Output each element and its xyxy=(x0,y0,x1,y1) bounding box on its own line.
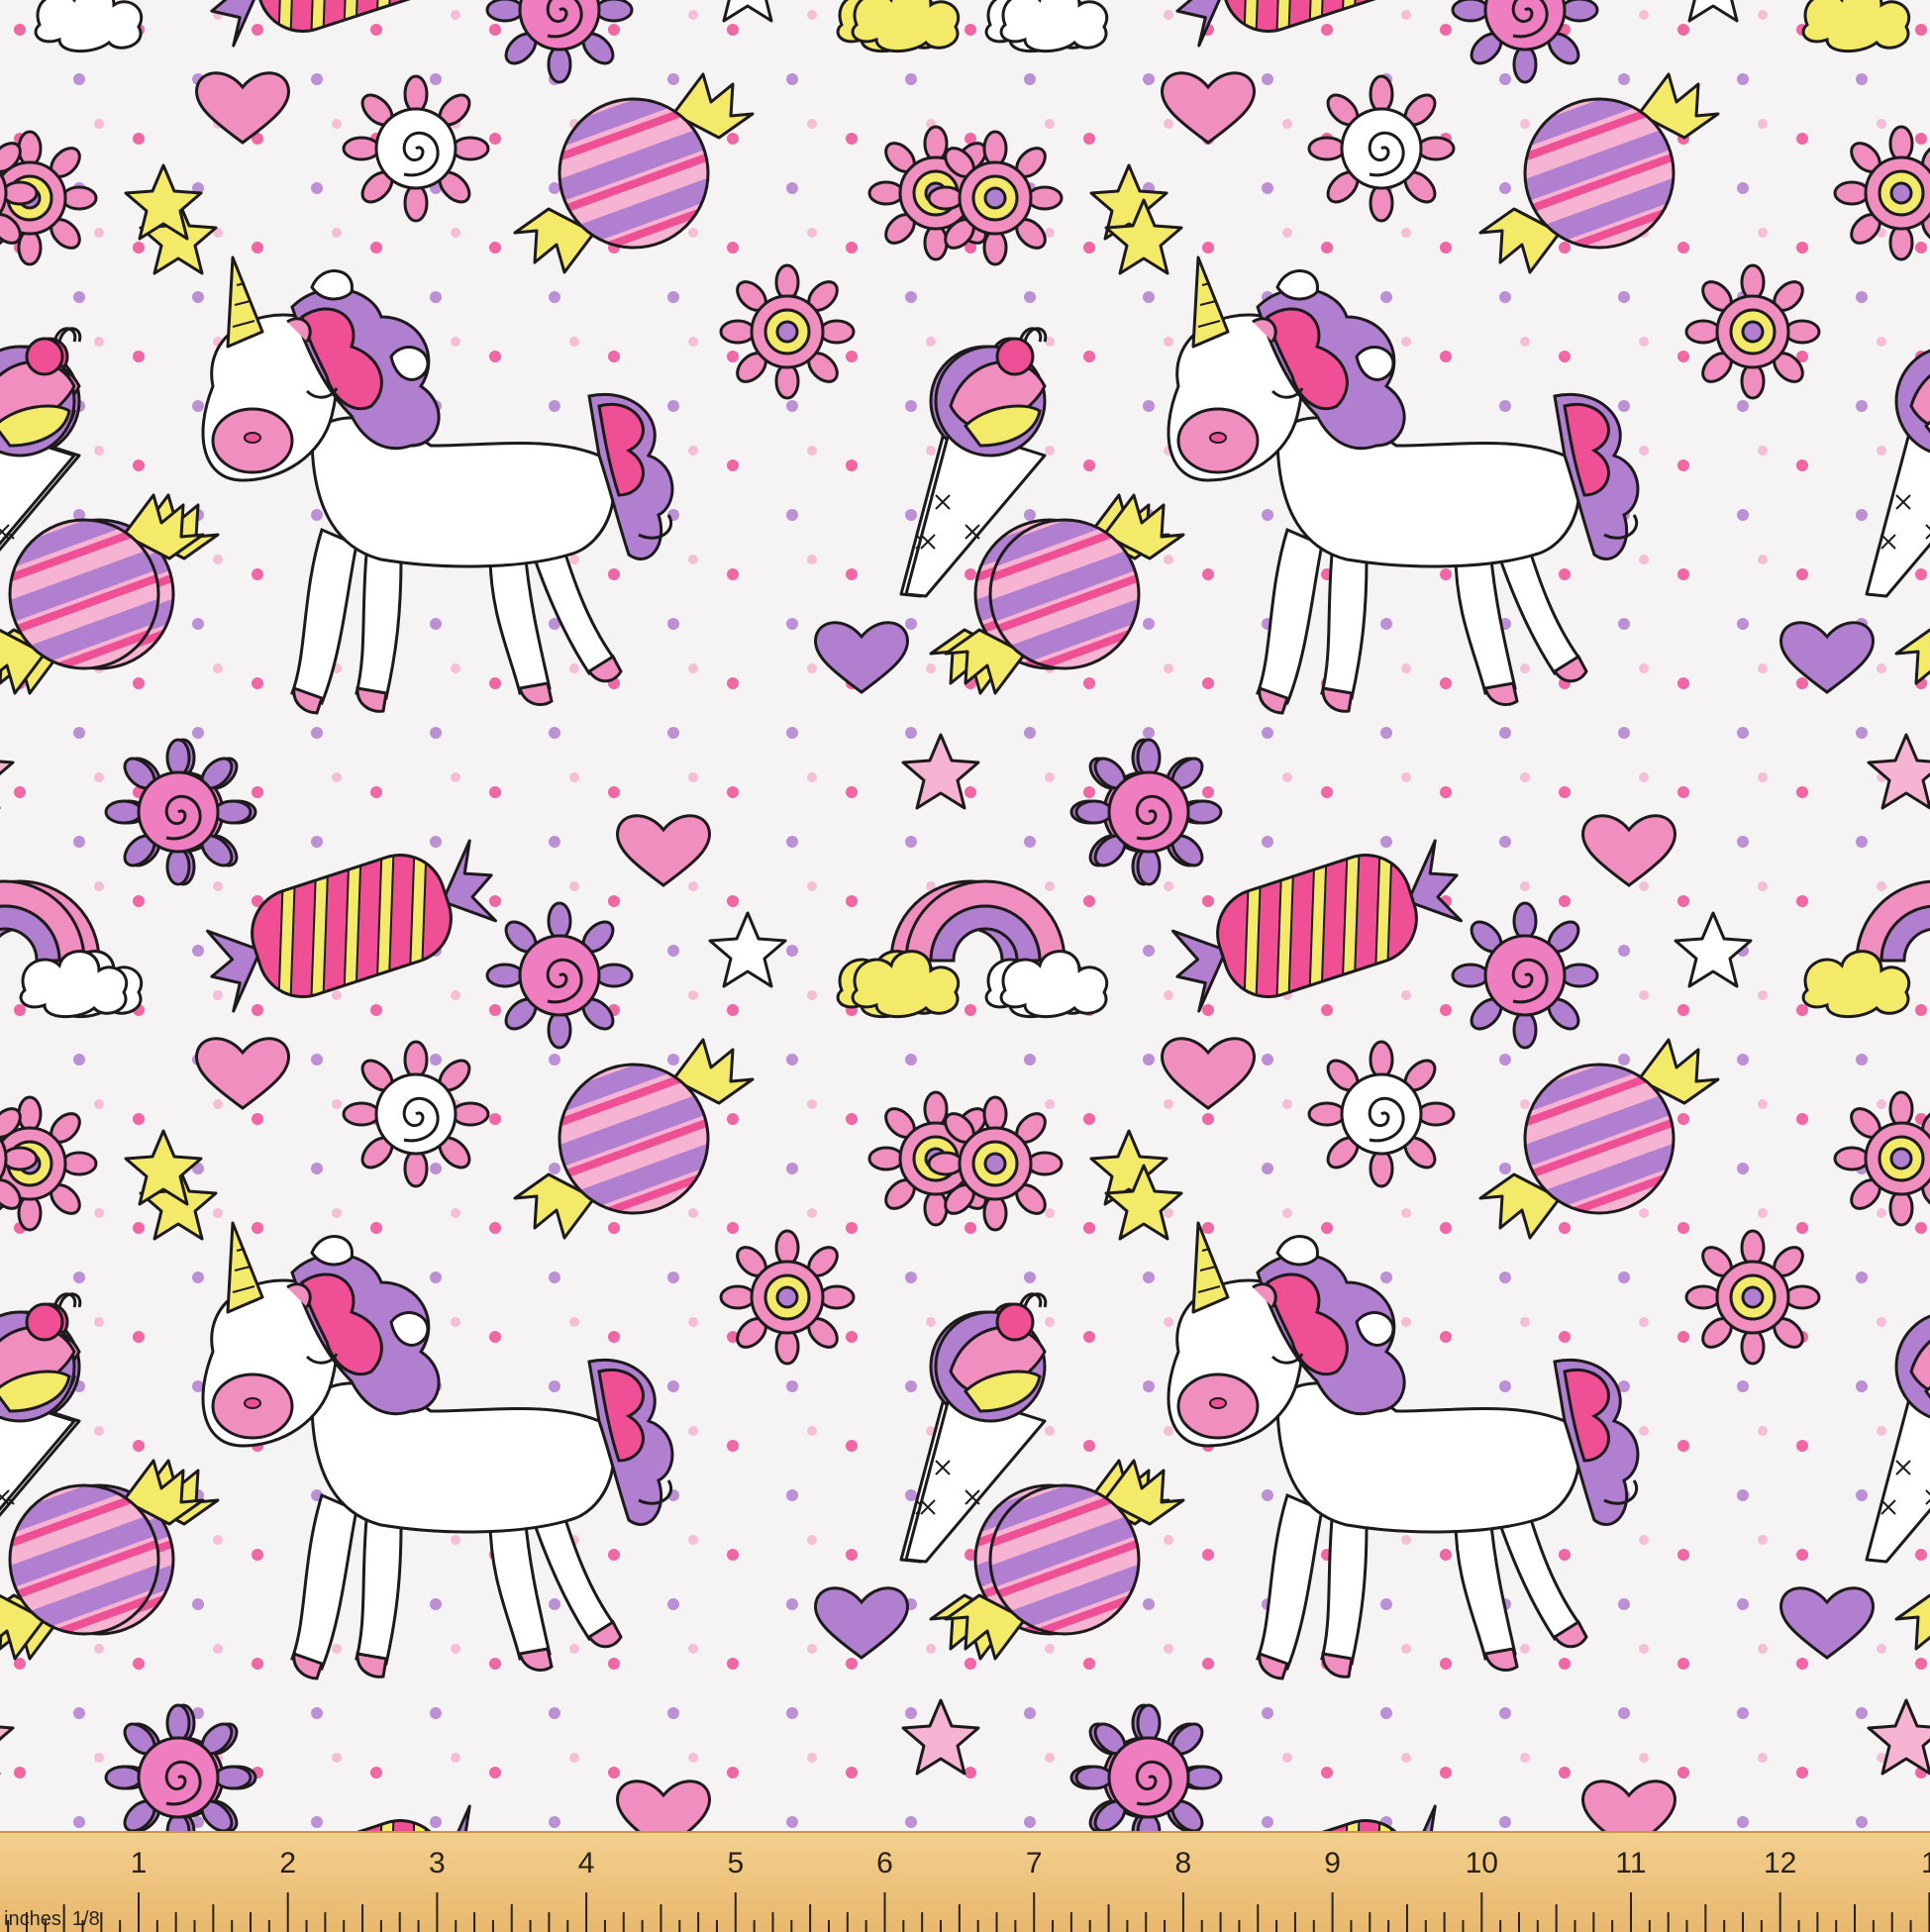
lollipop-icon xyxy=(342,74,490,223)
ruler-number: 3 xyxy=(429,1847,446,1880)
flower-icon xyxy=(719,263,856,400)
ruler-number: 8 xyxy=(1175,1847,1192,1880)
ruler-number: 4 xyxy=(578,1847,595,1880)
ruler-number: 5 xyxy=(727,1847,744,1880)
lollipop-icon xyxy=(485,901,634,1050)
ruler-number: 1 xyxy=(131,1847,148,1880)
ruler-number: 12 xyxy=(1764,1847,1796,1880)
ruler-number: 2 xyxy=(279,1847,296,1880)
ruler: inches, 1/8 1 2 3 4 5 6 7 8 9 10 11 12 1 xyxy=(0,1831,1930,1932)
ruler-number: 6 xyxy=(876,1847,893,1880)
ruler-units-label: inches, 1/8 xyxy=(4,1908,100,1930)
ruler-number: 7 xyxy=(1026,1847,1043,1880)
ruler-number: 10 xyxy=(1466,1847,1498,1880)
ruler-number: 9 xyxy=(1324,1847,1341,1880)
ruler-number: 11 xyxy=(1615,1847,1646,1880)
fabric-pattern xyxy=(0,0,1930,1930)
ruler-number: 1 xyxy=(1921,1847,1930,1880)
